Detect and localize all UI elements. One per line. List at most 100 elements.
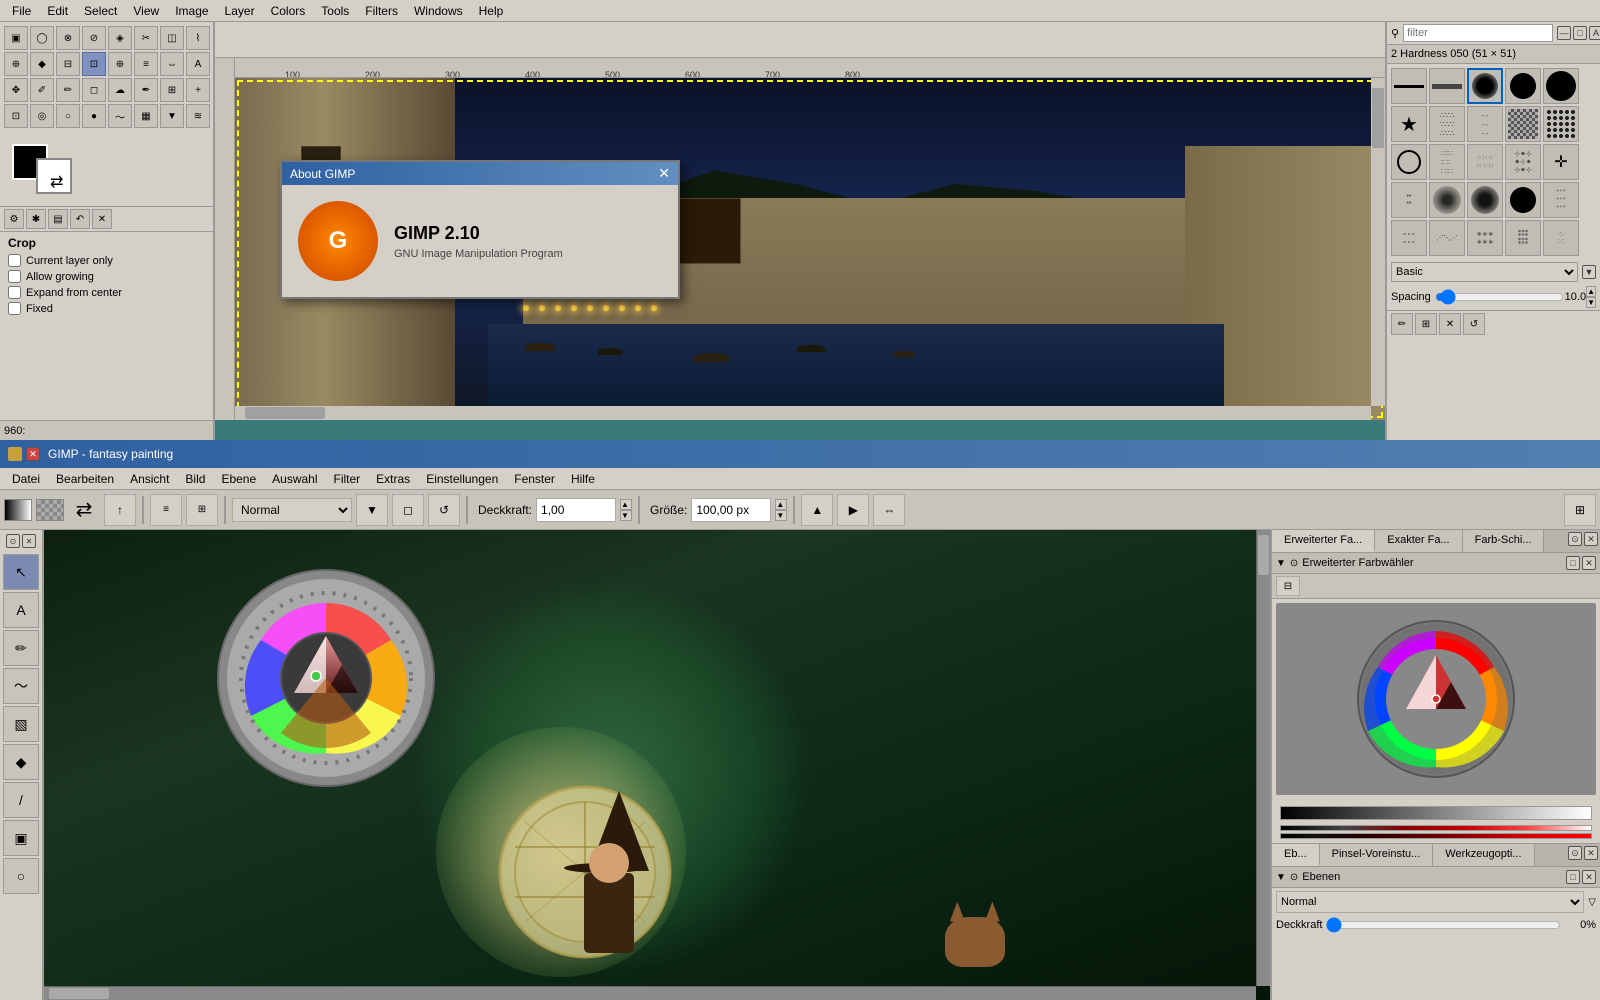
- brush-filter-input[interactable]: [1403, 24, 1553, 42]
- btool-color-picker-tool[interactable]: ◆: [3, 744, 39, 780]
- menu-file[interactable]: File: [4, 2, 39, 20]
- brush-delete-btn[interactable]: ✕: [1439, 313, 1461, 335]
- tool-transform[interactable]: ⊕: [108, 52, 132, 76]
- brush-copy-btn[interactable]: ⊞: [1415, 313, 1437, 335]
- brush-item-misc1[interactable]: ∘∘∘∘∘∘: [1391, 220, 1427, 256]
- reset-colors-icon[interactable]: ⇄: [50, 172, 63, 192]
- tool-measure[interactable]: ⊟: [56, 52, 80, 76]
- brush-item-grunge2[interactable]: ⁘⁙⁘⁙⁘⁙: [1467, 144, 1503, 180]
- menu-layer[interactable]: Layer: [217, 2, 263, 20]
- brush-item-spatter[interactable]: ⊹⁕⊹⁕⊹⁕⊹⁕⊹: [1505, 144, 1541, 180]
- btool-arrow-select[interactable]: ↖: [3, 554, 39, 590]
- canvas-vscrollbar[interactable]: [1371, 78, 1385, 406]
- tool-dodge-burn[interactable]: ●: [82, 104, 106, 128]
- brush-item-cross[interactable]: ✛: [1543, 144, 1579, 180]
- brush-item-misc5[interactable]: ·:·:·:: [1543, 220, 1579, 256]
- btool-line-tool[interactable]: /: [3, 782, 39, 818]
- tool-warp-transform[interactable]: ≋: [186, 104, 210, 128]
- brush-item-line1[interactable]: [1391, 68, 1427, 104]
- ebenen-close-btn[interactable]: ✕: [1584, 846, 1598, 860]
- brush-item-line2[interactable]: [1429, 68, 1465, 104]
- tab-erweiterter-fa[interactable]: Erweiterter Fa...: [1272, 530, 1375, 552]
- brush-category-select[interactable]: Basic: [1391, 262, 1578, 282]
- layer-mode-select[interactable]: Normal: [1276, 891, 1584, 913]
- bottom-menu-hilfe[interactable]: Hilfe: [563, 470, 603, 488]
- expand-center-checkbox[interactable]: [8, 286, 21, 299]
- panel-aa-btn[interactable]: A: [1589, 26, 1600, 40]
- brush-item-hardness050[interactable]: [1467, 68, 1503, 104]
- tool-options-icon[interactable]: ⚙: [4, 209, 24, 229]
- tool-color-picker[interactable]: ◆: [30, 52, 54, 76]
- brush-item-scatter1[interactable]: ∴∵∴∵∴∵∴∵∴: [1429, 106, 1465, 142]
- tool-pencil[interactable]: ✐: [30, 78, 54, 102]
- layer-filter-icon[interactable]: ▽: [1588, 897, 1596, 908]
- tool-eraser[interactable]: ◻: [82, 78, 106, 102]
- color-swap-btn[interactable]: ⇄: [68, 494, 100, 526]
- spacing-down[interactable]: ▼: [1586, 297, 1596, 308]
- ebenen-close2-btn[interactable]: ✕: [1582, 870, 1596, 884]
- tab-exakter-fa[interactable]: Exakter Fa...: [1375, 530, 1462, 552]
- tool-text[interactable]: A: [186, 52, 210, 76]
- tool-heal[interactable]: +: [186, 78, 210, 102]
- brush-item-dots[interactable]: ••••: [1391, 182, 1427, 218]
- layer-opacity-slider[interactable]: [1326, 918, 1561, 932]
- brush-item-hard2[interactable]: [1505, 182, 1541, 218]
- ebenen-collapse-icon[interactable]: ▼: [1276, 872, 1286, 883]
- size-input[interactable]: [691, 498, 771, 522]
- brush-item-misc3[interactable]: ∗∗∗∗∗∗: [1467, 220, 1503, 256]
- tool-fuzzy-select[interactable]: ⊘: [82, 26, 106, 50]
- tool-align[interactable]: ≡: [134, 52, 158, 76]
- tab-pinsel[interactable]: Pinsel-Voreinstu...: [1320, 844, 1434, 866]
- opacity-up[interactable]: ▲: [620, 499, 632, 510]
- menu-image[interactable]: Image: [167, 2, 216, 20]
- menu-select[interactable]: Select: [76, 2, 125, 20]
- spacing-slider[interactable]: [1435, 290, 1564, 304]
- brush-refresh-btn[interactable]: ↺: [1463, 313, 1485, 335]
- farbwahler-close2-btn[interactable]: ✕: [1582, 556, 1596, 570]
- menu-colors[interactable]: Colors: [263, 2, 314, 20]
- btool-pattern-fill[interactable]: ▧: [3, 706, 39, 742]
- btool-paintbrush-tool[interactable]: ✏: [3, 630, 39, 666]
- menu-help[interactable]: Help: [471, 2, 512, 20]
- gradient-preview[interactable]: [4, 499, 32, 521]
- tool-dodge[interactable]: ○: [56, 104, 80, 128]
- delete-icon[interactable]: ✕: [92, 209, 112, 229]
- tool-crop[interactable]: ⊡: [82, 52, 106, 76]
- menu-view[interactable]: View: [125, 2, 167, 20]
- vscroll-thumb[interactable]: [1372, 88, 1384, 148]
- hscroll-thumb[interactable]: [245, 407, 325, 419]
- bottom-menu-ansicht[interactable]: Ansicht: [122, 470, 177, 488]
- brush-item-misc4[interactable]: ⁑⁑⁑⁑⁑⁑: [1505, 220, 1541, 256]
- tool-flip[interactable]: ⇔: [160, 52, 184, 76]
- lightness-track[interactable]: [1280, 806, 1592, 820]
- about-dialog-close-btn[interactable]: ✕: [658, 165, 670, 182]
- tool-smudge[interactable]: 〜: [108, 104, 132, 128]
- brush-item-soft[interactable]: [1429, 182, 1465, 218]
- bottom-menu-bild[interactable]: Bild: [177, 470, 213, 488]
- tool-scissors[interactable]: ✂: [134, 26, 158, 50]
- pattern-preview[interactable]: [36, 499, 64, 521]
- btool-fill[interactable]: ▼: [356, 494, 388, 526]
- tool-blend[interactable]: ▦: [134, 104, 158, 128]
- brush-item-star[interactable]: ★: [1391, 106, 1427, 142]
- bottom-menu-datei[interactable]: Datei: [4, 470, 48, 488]
- bottom-menu-fenster[interactable]: Fenster: [506, 470, 563, 488]
- tool-perspective-clone[interactable]: ⊡: [4, 104, 28, 128]
- btool-rotate[interactable]: ↺: [428, 494, 460, 526]
- btool-grid[interactable]: ⊞: [186, 494, 218, 526]
- farbwahler-collapse-icon[interactable]: ▼: [1276, 558, 1286, 569]
- tool-clone[interactable]: ⊞: [160, 78, 184, 102]
- tool-ellipse-select[interactable]: ◯: [30, 26, 54, 50]
- btool-nav-flip[interactable]: ⇔: [873, 494, 905, 526]
- tool-blur[interactable]: ◎: [30, 104, 54, 128]
- farbwahler-close-btn[interactable]: ✕: [1584, 532, 1598, 546]
- bottom-menu-bearbeiten[interactable]: Bearbeiten: [48, 470, 122, 488]
- menu-tools[interactable]: Tools: [313, 2, 357, 20]
- tool-airbrush[interactable]: ☁: [108, 78, 132, 102]
- tool-bucket-fill[interactable]: ▼: [160, 104, 184, 128]
- brush-item-texture1[interactable]: [1505, 106, 1541, 142]
- opacity-input[interactable]: [536, 498, 616, 522]
- size-down[interactable]: ▼: [775, 510, 787, 521]
- farbwahler-pin-btn[interactable]: ⊙: [1568, 532, 1582, 546]
- canvas-hscrollbar[interactable]: [235, 406, 1371, 420]
